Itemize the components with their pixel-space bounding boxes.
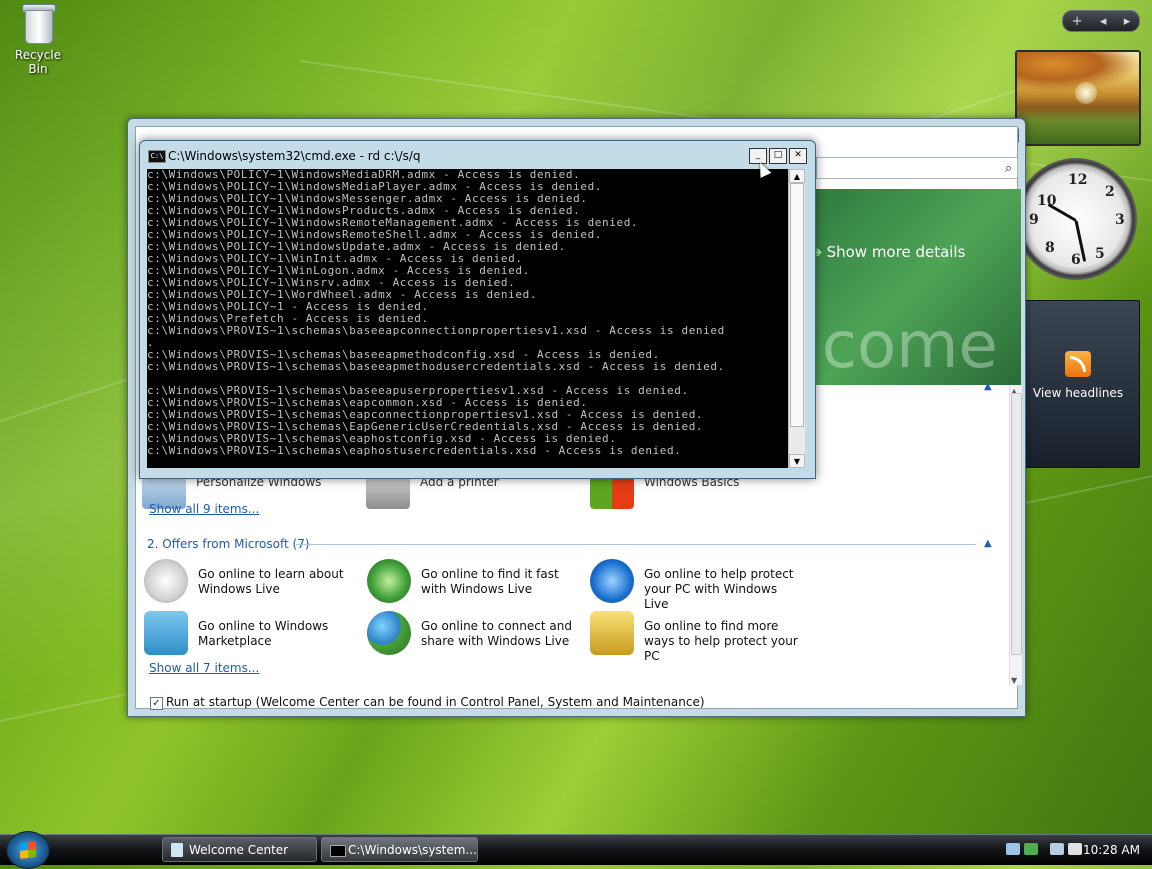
- taskbar-welcome-center[interactable]: Welcome Center: [162, 837, 317, 862]
- offer-label: Go online to find it fast with Windows L…: [421, 567, 559, 596]
- cmd-icon: C:\: [148, 150, 166, 163]
- add-gadget-button[interactable]: +: [1072, 14, 1083, 29]
- section-offers-title[interactable]: 2. Offers from Microsoft (7): [147, 537, 310, 551]
- cmd-taskbar-icon: [330, 845, 346, 857]
- recycle-bin-icon: [21, 2, 56, 44]
- taskbar-cmd[interactable]: C:\Windows\system...: [321, 837, 478, 862]
- collapse-section2-icon[interactable]: ▲: [984, 538, 992, 549]
- network-icon[interactable]: [1050, 843, 1064, 855]
- offer-item[interactable]: Go online to find it fast with Windows L…: [367, 559, 577, 605]
- offer-item[interactable]: Go online to connect and share with Wind…: [367, 611, 577, 657]
- clock-time[interactable]: 10:28 AM: [1083, 843, 1140, 857]
- sun-image: [1075, 82, 1097, 104]
- welcome-center-icon: [171, 843, 183, 857]
- console-scroll-up-icon[interactable]: ▲: [789, 169, 805, 183]
- welcome-banner: Show more details lcome: [804, 189, 1021, 385]
- sidebar-controls: + ◂ ▸: [1062, 10, 1140, 32]
- volume-muted-icon[interactable]: [1068, 843, 1082, 855]
- clock-numeral: 12: [1068, 172, 1088, 188]
- feed-headlines-gadget[interactable]: View headlines: [1016, 300, 1140, 468]
- console-output[interactable]: c:\Windows\POLICY~1\WindowsMediaDRM.admx…: [147, 169, 788, 468]
- run-at-startup-checkbox[interactable]: ✓: [150, 697, 163, 710]
- collapse-section1-icon[interactable]: ▲: [984, 381, 992, 392]
- scroll-thumb[interactable]: [1011, 393, 1022, 655]
- console-scroll-thumb[interactable]: [790, 183, 804, 427]
- clock-numeral: 3: [1115, 212, 1125, 228]
- recycle-bin-label: Recycle Bin: [14, 48, 62, 76]
- offer-label: Go online to Windows Marketplace: [198, 619, 329, 648]
- search-icon[interactable]: ⌕: [1005, 161, 1012, 176]
- offer-label: Go online to connect and share with Wind…: [421, 619, 572, 648]
- show-all-7-items-link[interactable]: Show all 7 items...: [149, 661, 259, 675]
- offer-item[interactable]: Go online to Windows Marketplace: [144, 611, 354, 657]
- shopping-basket-icon: [144, 611, 188, 655]
- section-divider: [296, 544, 976, 545]
- windows-logo-icon: [144, 559, 188, 603]
- console-text: c:\Windows\POLICY~1\WindowsMediaDRM.admx…: [147, 169, 788, 457]
- offer-label: Go online to help protect your PC with W…: [644, 567, 794, 611]
- security-icon[interactable]: [1006, 843, 1020, 855]
- offer-item[interactable]: Go online to help protect your PC with W…: [590, 559, 800, 611]
- content-scrollbar[interactable]: ▲ ▼: [1009, 385, 1022, 685]
- console-scroll-down-icon[interactable]: ▼: [789, 454, 805, 468]
- view-headlines-label: View headlines: [1032, 386, 1124, 400]
- console-line: c:\Windows\PROVIS~1\schemas\baseeapconne…: [147, 324, 725, 337]
- console-line: c:\Windows\PROVIS~1\schemas\baseeapmetho…: [147, 360, 725, 373]
- cmd-title: C:\Windows\system32\cmd.exe - rd c:\/s/q: [168, 149, 421, 163]
- prev-gadget-page-button[interactable]: ◂: [1100, 14, 1107, 29]
- globe-search-icon: [367, 559, 411, 603]
- offer-item[interactable]: Go online to learn about Windows Live: [144, 559, 354, 605]
- system-tray: 10:28 AM: [1002, 835, 1152, 865]
- next-gadget-page-button[interactable]: ▸: [1124, 14, 1131, 29]
- recycle-bin-shortcut[interactable]: Recycle Bin: [4, 2, 72, 76]
- cmd-maximize-button[interactable]: □: [769, 148, 787, 164]
- people-icon: [367, 611, 411, 655]
- clock-numeral: 8: [1045, 240, 1055, 256]
- welcome-watermark: lcome: [804, 309, 998, 383]
- cmd-close-button[interactable]: ✕: [789, 148, 807, 164]
- console-scrollbar[interactable]: ▲ ▼: [788, 169, 805, 468]
- clock-numeral: 9: [1029, 212, 1039, 228]
- scroll-down-icon[interactable]: ▼: [1011, 676, 1017, 685]
- rss-icon: [1065, 351, 1091, 377]
- run-at-startup-label: Run at startup (Welcome Center can be fo…: [166, 695, 705, 709]
- onecare-icon: [590, 559, 634, 603]
- clock-numeral: 5: [1095, 246, 1105, 262]
- show-all-9-items-link[interactable]: Show all 9 items...: [149, 502, 259, 516]
- search-field[interactable]: [816, 157, 1018, 179]
- slideshow-gadget[interactable]: [1015, 50, 1141, 146]
- offer-item[interactable]: Go online to find more ways to help prot…: [590, 611, 800, 663]
- windows-flag-icon: [20, 841, 36, 859]
- taskbar: Welcome Center C:\Windows\system... 10:2…: [0, 831, 1152, 869]
- cmd-window: C:\ C:\Windows\system32\cmd.exe - rd c:\…: [139, 140, 816, 479]
- clock-gadget[interactable]: 12 3 6 9 2 8 5 10: [1015, 158, 1137, 280]
- clock-numeral: 6: [1071, 252, 1081, 268]
- offer-label: Go online to learn about Windows Live: [198, 567, 344, 596]
- safely-remove-icon[interactable]: [1024, 843, 1038, 855]
- start-button[interactable]: [6, 831, 50, 869]
- offer-label: Go online to find more ways to help prot…: [644, 619, 798, 663]
- show-more-details-link[interactable]: Show more details: [810, 243, 966, 261]
- padlock-icon: [590, 611, 634, 655]
- taskbar-item-label: Welcome Center: [189, 843, 289, 857]
- taskbar-item-label: C:\Windows\system...: [348, 843, 477, 857]
- cmd-window-controls: _ □ ✕: [749, 148, 807, 164]
- hour-hand: [1047, 203, 1077, 222]
- console-line: c:\Windows\PROVIS~1\schemas\eaphostuserc…: [147, 444, 682, 457]
- clock-numeral: 2: [1105, 184, 1115, 200]
